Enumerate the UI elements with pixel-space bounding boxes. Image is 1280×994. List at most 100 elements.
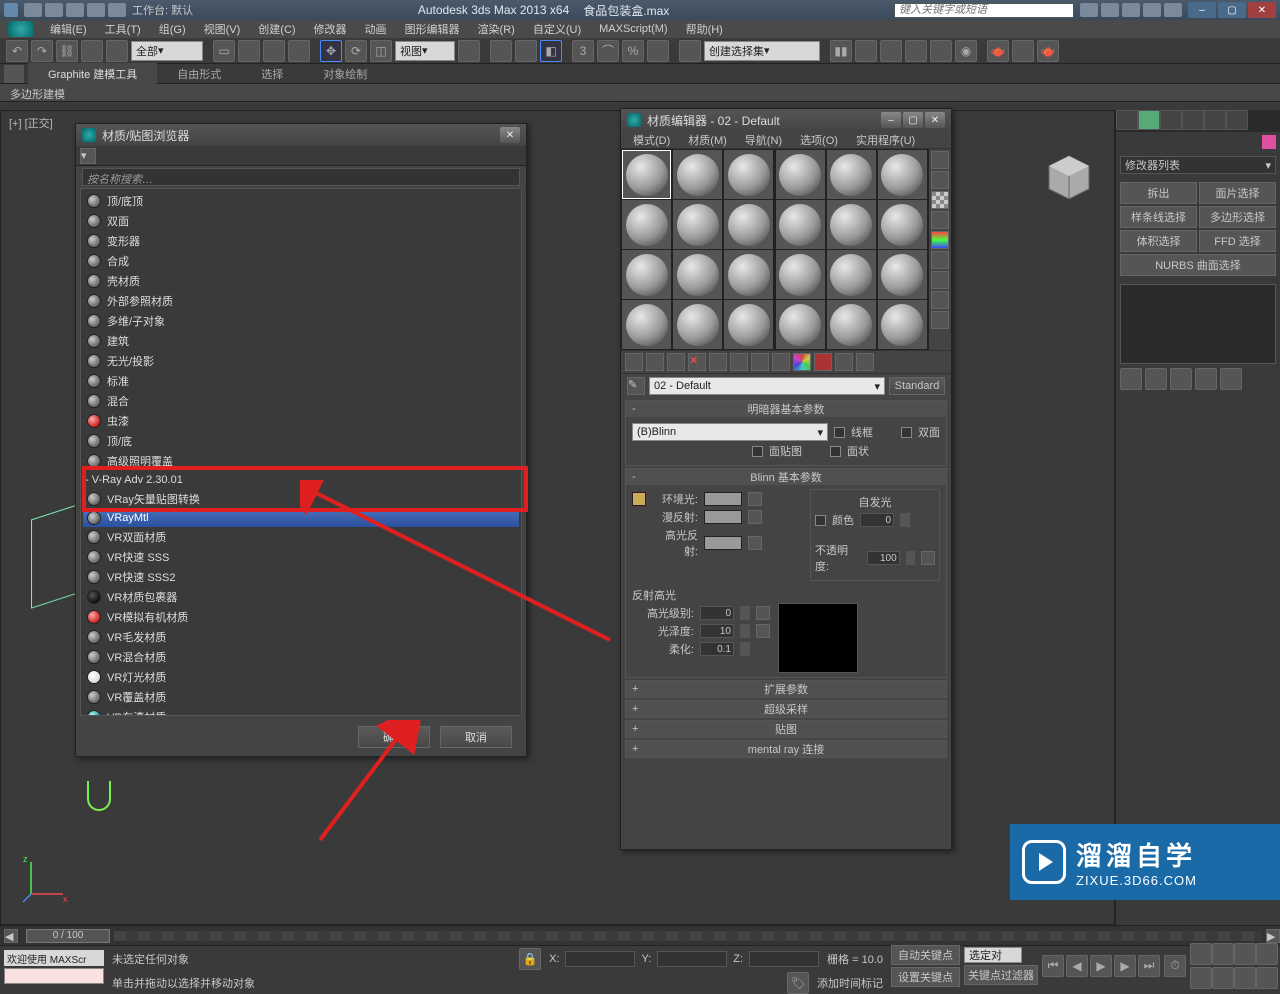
sample-slot[interactable] xyxy=(776,150,825,199)
soften-spinner[interactable]: 0.1 xyxy=(700,642,734,656)
maxscript-mini-listener[interactable]: 欢迎使用 MAXScr xyxy=(4,950,104,966)
sample-slot[interactable] xyxy=(724,300,773,349)
rollout-blinn-basic[interactable]: -Blinn 基本参数 xyxy=(626,469,946,485)
me-backlight-icon[interactable] xyxy=(931,171,949,189)
nav-orbit-icon[interactable] xyxy=(1190,967,1212,989)
autokey-button[interactable]: 自动关键点 xyxy=(891,945,960,965)
nav-zoom-icon[interactable] xyxy=(1212,943,1234,965)
viewport-label[interactable]: [+] [正交] xyxy=(9,115,53,131)
main-toolbar[interactable]: ↶ ↷ ⛓ 全部 ▾ ▭ ✥ ⟳ ◫ 视图 ▾ ◧ 3 ⌒ % 创建选择集 ▾ … xyxy=(0,38,1280,64)
cb-selfillum-color[interactable] xyxy=(815,515,826,526)
ribbon-toggle-icon[interactable] xyxy=(4,65,24,83)
nav-pan-icon[interactable] xyxy=(1190,943,1212,965)
diffuse-map-button[interactable] xyxy=(748,510,762,524)
redo-icon[interactable]: ↷ xyxy=(31,40,53,62)
me-show-map-icon[interactable] xyxy=(793,353,811,371)
mod-btn-6[interactable]: NURBS 曲面选择 xyxy=(1120,254,1276,276)
render-icon[interactable]: 🫖 xyxy=(1037,40,1059,62)
rollout-mentalray[interactable]: +mental ray 连接 xyxy=(626,741,946,757)
refcoord-dropdown[interactable]: 视图 ▾ xyxy=(395,41,455,61)
panel-utility-icon[interactable] xyxy=(1226,110,1248,130)
modifier-list-dropdown[interactable]: 修改器列表▾ xyxy=(1120,156,1276,174)
menu-render[interactable]: 渲染(R) xyxy=(470,19,523,39)
render-frame-icon[interactable] xyxy=(1012,40,1034,62)
menu-custom[interactable]: 自定义(U) xyxy=(525,19,589,39)
spinner-arrows-icon[interactable] xyxy=(740,624,750,638)
maxscript-mini-input[interactable] xyxy=(4,968,104,984)
sample-slot[interactable] xyxy=(673,300,722,349)
me-go-sibling-icon[interactable] xyxy=(856,353,874,371)
spec-level-map-button[interactable] xyxy=(756,606,770,620)
menu-create[interactable]: 创建(C) xyxy=(250,19,303,39)
mod-btn-1[interactable]: 面片选择 xyxy=(1199,182,1276,204)
menubar[interactable]: 编辑(E) 工具(T) 组(G) 视图(V) 创建(C) 修改器 动画 图形编辑… xyxy=(0,20,1280,38)
ic-sub-icon[interactable] xyxy=(1101,3,1119,17)
menu-group[interactable]: 组(G) xyxy=(151,19,194,39)
qa-save-icon[interactable] xyxy=(66,3,84,17)
sample-slot[interactable] xyxy=(878,250,927,299)
modifier-stack[interactable] xyxy=(1120,284,1276,364)
link-icon[interactable]: ⛓ xyxy=(56,40,78,62)
mod-btn-2[interactable]: 样条线选择 xyxy=(1120,206,1197,228)
gloss-map-button[interactable] xyxy=(756,624,770,638)
timeline-track[interactable] xyxy=(114,931,1262,941)
me-menu-material[interactable]: 材质(M) xyxy=(680,131,735,149)
nav-roll-icon[interactable] xyxy=(1212,967,1234,989)
ic-comm-icon[interactable] xyxy=(1122,3,1140,17)
qa-undo-icon[interactable] xyxy=(87,3,105,17)
me-menu-mode[interactable]: 模式(D) xyxy=(625,131,678,149)
undo-icon[interactable]: ↶ xyxy=(6,40,28,62)
me-uv-tile-icon[interactable] xyxy=(931,211,949,229)
sample-slot[interactable] xyxy=(878,200,927,249)
nav-zoomall-icon[interactable] xyxy=(1256,943,1278,965)
ribbon-tab-modeling[interactable]: Graphite 建模工具 xyxy=(28,63,157,85)
render-setup-icon[interactable]: 🫖 xyxy=(987,40,1009,62)
spinner-arrows-icon[interactable] xyxy=(906,551,916,565)
browser-list[interactable]: 顶/底顶 双面 变形器 合成 壳材质 外部参照材质 多维/子对象 建筑 无光/投… xyxy=(80,188,522,716)
me-unique-icon[interactable] xyxy=(730,353,748,371)
sample-slot[interactable] xyxy=(622,300,671,349)
sample-slot[interactable] xyxy=(673,200,722,249)
lock-ambient-icon[interactable] xyxy=(632,492,646,506)
window-minimize-icon[interactable]: – xyxy=(1188,2,1216,18)
qa-redo-icon[interactable] xyxy=(108,3,126,17)
layers-icon[interactable] xyxy=(880,40,902,62)
viewcube-icon[interactable] xyxy=(1044,151,1094,201)
spinner-arrows-icon[interactable] xyxy=(740,606,750,620)
panel-modify-icon[interactable] xyxy=(1138,110,1160,130)
timeline-prev-icon[interactable]: ◀ xyxy=(4,929,18,943)
me-assign-icon[interactable] xyxy=(667,353,685,371)
unlink-icon[interactable] xyxy=(81,40,103,62)
panel-motion-icon[interactable] xyxy=(1182,110,1204,130)
mirror-icon[interactable]: ▮▮ xyxy=(830,40,852,62)
me-menu-options[interactable]: 选项(O) xyxy=(792,131,846,149)
play-start-icon[interactable]: ⏮ xyxy=(1042,955,1064,977)
align-icon[interactable] xyxy=(855,40,877,62)
me-go-parent-icon[interactable] xyxy=(835,353,853,371)
select-region-icon[interactable] xyxy=(263,40,285,62)
spinner-arrows-icon[interactable] xyxy=(740,642,750,656)
nav-walk-icon[interactable] xyxy=(1234,967,1256,989)
play-prev-icon[interactable]: ◀ xyxy=(1066,955,1088,977)
browser-search-input[interactable]: 按名称搜索… xyxy=(82,168,520,186)
sample-slot[interactable] xyxy=(827,200,876,249)
sample-slot[interactable] xyxy=(622,150,671,199)
setkey-button[interactable]: 设置关键点 xyxy=(891,967,960,987)
rollout-extended[interactable]: +扩展参数 xyxy=(626,681,946,697)
browser-options-icon[interactable]: ▾ xyxy=(80,148,96,164)
diffuse-swatch[interactable] xyxy=(704,510,742,524)
material-type-button[interactable]: Standard xyxy=(889,377,945,395)
me-pick-icon[interactable]: ✎ xyxy=(627,377,645,395)
cb-wire[interactable] xyxy=(834,427,845,438)
curve-editor-icon[interactable] xyxy=(905,40,927,62)
window-close-icon[interactable]: ✕ xyxy=(1248,2,1276,18)
sample-slot[interactable] xyxy=(673,250,722,299)
rollout-supersample[interactable]: +超级采样 xyxy=(626,701,946,717)
spinner-arrows-icon[interactable] xyxy=(900,513,910,527)
pivot-icon[interactable] xyxy=(458,40,480,62)
sample-slot[interactable] xyxy=(776,250,825,299)
manip-icon[interactable] xyxy=(490,40,512,62)
mod-btn-3[interactable]: 多边形选择 xyxy=(1199,206,1276,228)
qa-open-icon[interactable] xyxy=(45,3,63,17)
menu-edit[interactable]: 编辑(E) xyxy=(42,19,95,39)
